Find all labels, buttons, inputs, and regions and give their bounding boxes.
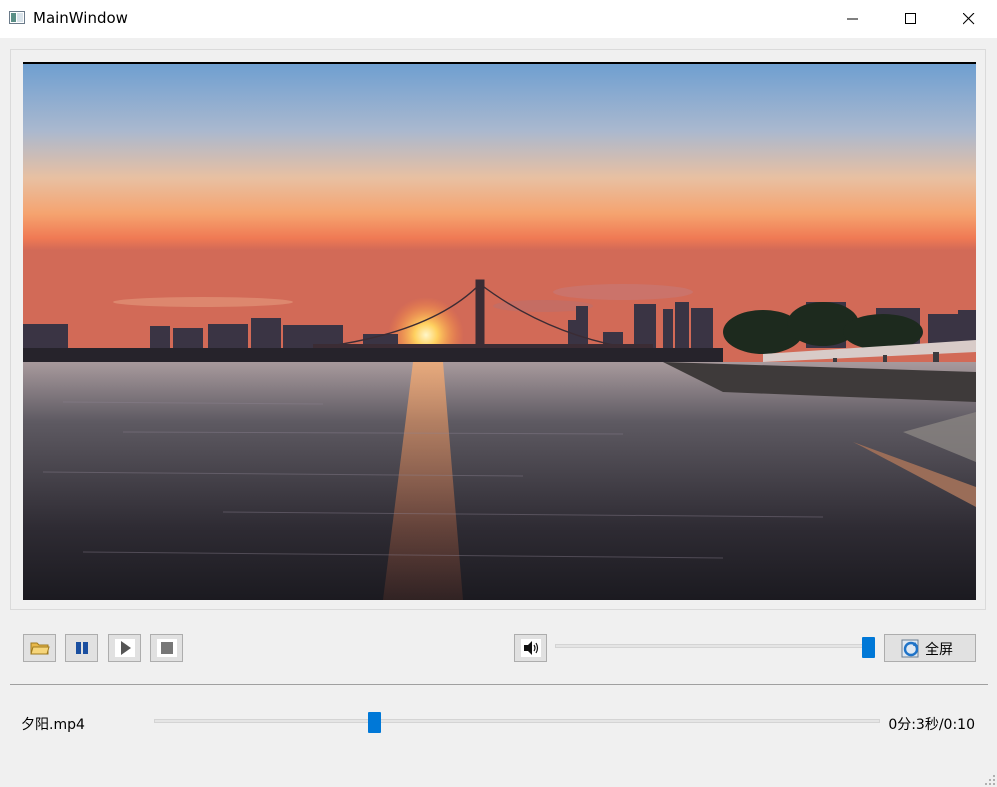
close-button[interactable] — [939, 0, 997, 38]
playback-progress-handle[interactable] — [367, 712, 381, 733]
close-icon — [963, 13, 975, 25]
maximize-icon — [905, 13, 916, 24]
video-display[interactable] — [23, 62, 976, 600]
minimize-icon — [847, 18, 858, 20]
volume-slider-handle[interactable] — [862, 637, 875, 658]
maximize-button[interactable] — [881, 0, 939, 38]
title-bar[interactable]: MainWindow — [0, 0, 997, 38]
playback-progress-slider[interactable] — [154, 719, 880, 723]
resize-grip-icon[interactable] — [985, 775, 995, 785]
stop-button[interactable] — [150, 634, 183, 662]
pause-icon — [76, 642, 88, 654]
fullscreen-label: 全屏 — [925, 642, 953, 658]
window-title: MainWindow — [33, 9, 128, 27]
main-window: MainWindow 全屏 夕阳.mp4 0分:3秒/0:10 — [0, 0, 997, 787]
time-label: 0分:3秒/0:10 — [888, 717, 975, 733]
play-button[interactable] — [108, 634, 141, 662]
open-file-button[interactable] — [23, 634, 56, 662]
pause-button[interactable] — [65, 634, 98, 662]
app-window-icon — [9, 11, 25, 24]
volume-slider[interactable] — [555, 644, 875, 648]
speaker-volume-icon — [521, 639, 541, 657]
horizontal-separator — [10, 684, 988, 685]
video-frame-image — [23, 62, 976, 600]
fullscreen-refresh-icon — [901, 639, 919, 658]
folder-open-icon — [30, 642, 50, 655]
fullscreen-button[interactable]: 全屏 — [884, 634, 976, 662]
minimize-button[interactable] — [823, 0, 881, 38]
file-name-label: 夕阳.mp4 — [21, 717, 85, 733]
play-icon — [115, 639, 135, 657]
volume-button[interactable] — [514, 634, 547, 662]
stop-icon — [157, 639, 177, 657]
